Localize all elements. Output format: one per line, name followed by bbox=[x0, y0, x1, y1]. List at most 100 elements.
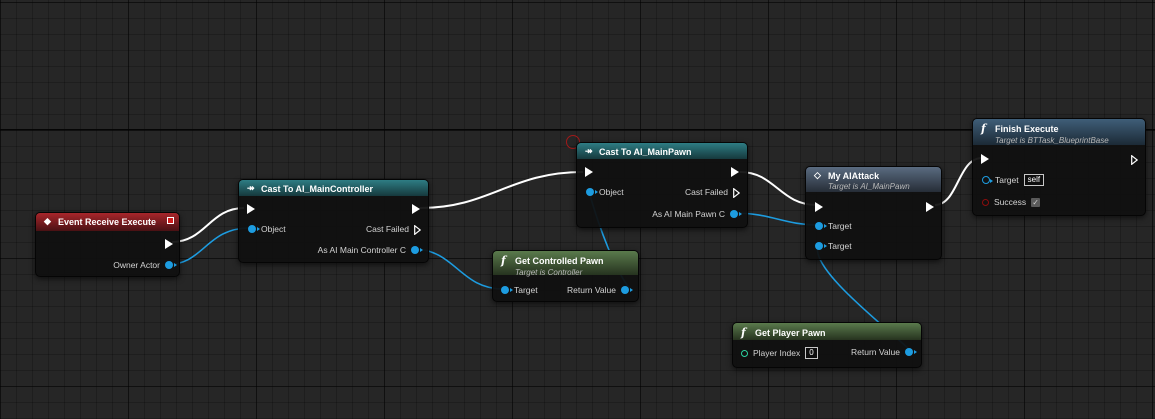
as-main-pawn-pin-icon[interactable] bbox=[730, 210, 742, 218]
object-label: Object bbox=[261, 224, 286, 234]
node-subtitle: Target is BTTask_BlueprintBase bbox=[995, 136, 1109, 145]
exec-out-row bbox=[165, 237, 173, 251]
player-index-row: Player Index 0 bbox=[741, 346, 818, 360]
node-header[interactable]: ◆ Event Receive Execute bbox=[36, 213, 179, 231]
success-pin-icon[interactable] bbox=[982, 198, 989, 206]
delegate-pin-icon[interactable] bbox=[167, 217, 174, 224]
return-value-label: Return Value bbox=[851, 347, 900, 357]
success-label: Success bbox=[994, 197, 1027, 207]
exec-in-pin-icon[interactable] bbox=[585, 167, 593, 177]
exec-in-row bbox=[247, 202, 255, 216]
node-header[interactable]: ↠ Cast To AI_MainPawn bbox=[577, 143, 747, 159]
object-row: Object bbox=[248, 222, 286, 236]
target-label: Target bbox=[828, 241, 852, 251]
object-row: Object bbox=[586, 185, 624, 199]
cast-failed-pin-icon[interactable] bbox=[414, 224, 421, 235]
node-finish-execute[interactable]: f Finish Execute Target is BTTask_Bluepri… bbox=[972, 118, 1146, 216]
cast-arrows-icon: ↠ bbox=[585, 146, 593, 157]
exec-wire-cast-controller-to-cast-pawn[interactable] bbox=[419, 171, 584, 209]
target-row: Target bbox=[501, 283, 538, 297]
node-subtitle: Target is AI_MainPawn bbox=[828, 182, 910, 192]
node-cast-to-main-pawn[interactable]: ↠ Cast To AI_MainPawn Object Cast Failed … bbox=[576, 142, 748, 228]
node-title: Get Controlled Pawn bbox=[515, 255, 604, 266]
cast-failed-label: Cast Failed bbox=[685, 187, 728, 197]
node-cast-to-main-controller[interactable]: ↠ Cast To AI_MainController Object Cast F… bbox=[238, 179, 429, 263]
node-title: My AIAttack bbox=[828, 170, 880, 181]
target-pin-icon[interactable] bbox=[815, 242, 827, 250]
target-pin-icon[interactable] bbox=[501, 286, 513, 294]
node-subtitle: Target is Controller bbox=[515, 268, 583, 277]
target-row: Target self bbox=[982, 173, 1045, 187]
return-value-pin-icon[interactable] bbox=[621, 286, 633, 294]
owner-actor-label: Owner Actor bbox=[113, 260, 160, 270]
exec-out-row bbox=[1131, 152, 1138, 166]
node-header[interactable]: f Finish Execute Target is BTTask_Bluepri… bbox=[973, 119, 1145, 145]
as-main-controller-row: As AI Main Controller C bbox=[317, 243, 423, 257]
target-row-1: Target bbox=[815, 219, 852, 233]
node-title: Finish Execute bbox=[995, 123, 1059, 134]
exec-in-row bbox=[981, 152, 989, 166]
return-value-pin-icon[interactable] bbox=[905, 348, 917, 356]
node-header[interactable]: f Get Player Pawn bbox=[733, 323, 921, 340]
function-icon: f bbox=[981, 122, 986, 135]
as-main-pawn-row: As AI Main Pawn C bbox=[652, 207, 742, 221]
exec-wire-event-to-cast-controller[interactable] bbox=[171, 207, 245, 243]
target-label: Target bbox=[828, 221, 852, 231]
exec-out-pin-icon[interactable] bbox=[165, 239, 173, 249]
node-header[interactable]: ◇ My AIAttack Target is AI_MainPawn bbox=[806, 167, 941, 192]
cast-failed-row: Cast Failed bbox=[366, 222, 421, 236]
owner-actor-row: Owner Actor bbox=[113, 258, 177, 272]
exec-in-row bbox=[815, 200, 823, 214]
cast-failed-row: Cast Failed bbox=[685, 185, 740, 199]
target-row-2: Target bbox=[815, 239, 852, 253]
exec-out-row bbox=[731, 165, 739, 179]
target-label: Target bbox=[514, 285, 538, 295]
exec-out-row bbox=[926, 200, 934, 214]
cast-failed-label: Cast Failed bbox=[366, 224, 409, 234]
exec-in-row bbox=[585, 165, 593, 179]
node-title: Event Receive Execute bbox=[58, 216, 157, 227]
as-main-controller-label: As AI Main Controller C bbox=[317, 245, 406, 255]
node-my-ai-attack[interactable]: ◇ My AIAttack Target is AI_MainPawn Targe… bbox=[805, 166, 942, 260]
node-title: Cast To AI_MainController bbox=[261, 183, 374, 194]
node-header[interactable]: ↠ Cast To AI_MainController bbox=[239, 180, 428, 196]
success-checkbox[interactable]: ✓ bbox=[1031, 197, 1041, 207]
cast-failed-pin-icon[interactable] bbox=[733, 187, 740, 198]
function-icon: f bbox=[741, 326, 746, 339]
node-get-controlled-pawn[interactable]: f Get Controlled Pawn Target is Controlle… bbox=[492, 250, 639, 302]
exec-out-pin-icon[interactable] bbox=[1131, 154, 1138, 165]
node-event-receive-execute[interactable]: ◆ Event Receive Execute Owner Actor bbox=[35, 212, 180, 277]
owner-actor-pin-icon[interactable] bbox=[165, 261, 177, 269]
return-value-row: Return Value bbox=[851, 345, 917, 359]
exec-in-pin-icon[interactable] bbox=[815, 202, 823, 212]
return-value-row: Return Value bbox=[567, 283, 633, 297]
exec-out-pin-icon[interactable] bbox=[731, 167, 739, 177]
event-diamond-icon: ◆ bbox=[44, 216, 51, 227]
exec-out-pin-icon[interactable] bbox=[412, 204, 420, 214]
target-label: Target bbox=[995, 175, 1019, 185]
node-header[interactable]: f Get Controlled Pawn Target is Controlle… bbox=[493, 251, 638, 277]
target-self-input[interactable]: self bbox=[1023, 174, 1045, 186]
object-label: Object bbox=[599, 187, 624, 197]
function-icon: f bbox=[501, 254, 506, 267]
object-pin-icon[interactable] bbox=[248, 225, 260, 233]
as-main-pawn-label: As AI Main Pawn C bbox=[652, 209, 725, 219]
cast-arrows-icon: ↠ bbox=[247, 183, 255, 194]
object-pin-icon[interactable] bbox=[586, 188, 598, 196]
as-main-controller-pin-icon[interactable] bbox=[411, 246, 423, 254]
success-row: Success ✓ bbox=[982, 195, 1041, 209]
target-pin-icon[interactable] bbox=[815, 222, 827, 230]
player-index-label: Player Index bbox=[753, 348, 801, 358]
exec-in-pin-icon[interactable] bbox=[981, 154, 989, 164]
player-index-pin-icon[interactable] bbox=[741, 349, 748, 357]
exec-out-row bbox=[412, 202, 420, 216]
exec-in-pin-icon[interactable] bbox=[247, 204, 255, 214]
player-index-input[interactable]: 0 bbox=[805, 347, 818, 359]
exec-out-pin-icon[interactable] bbox=[926, 202, 934, 212]
return-value-label: Return Value bbox=[567, 285, 616, 295]
target-pin-icon[interactable] bbox=[982, 176, 993, 184]
event-diamond-icon: ◇ bbox=[814, 170, 821, 181]
node-title: Get Player Pawn bbox=[755, 327, 826, 338]
node-title: Cast To AI_MainPawn bbox=[599, 146, 692, 157]
node-get-player-pawn[interactable]: f Get Player Pawn Player Index 0 Return V… bbox=[732, 322, 922, 368]
